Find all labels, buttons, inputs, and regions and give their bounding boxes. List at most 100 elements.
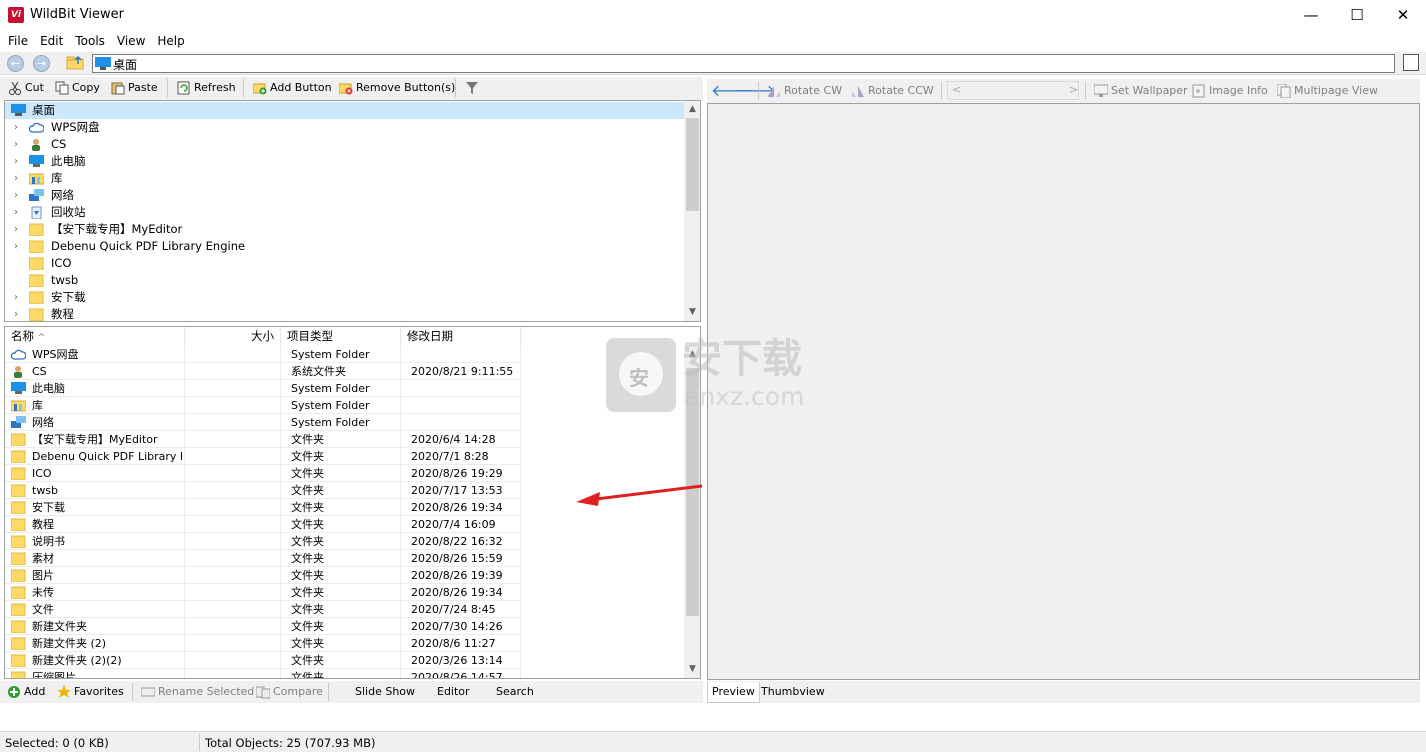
set-wallpaper-button[interactable]: Set Wallpaper <box>1093 80 1188 102</box>
tree-scrollbar[interactable]: ▲ ▼ <box>684 101 700 321</box>
star-icon <box>57 685 71 699</box>
list-item[interactable]: Debenu Quick PDF Library E... 文件夹 2020/7/1… <box>5 448 521 465</box>
list-item[interactable]: 图片 文件夹 2020/8/26 19:39 <box>5 567 521 584</box>
list-item[interactable]: 素材 文件夹 2020/8/26 15:59 <box>5 550 521 567</box>
menu-tools[interactable]: Tools <box>69 31 111 51</box>
column-header-modified[interactable]: 修改日期 <box>401 327 521 346</box>
tab-preview[interactable]: Preview <box>707 682 760 703</box>
slide-show-button[interactable]: Slide Show <box>355 681 415 703</box>
column-header-size[interactable]: 大小 <box>185 327 281 346</box>
list-item[interactable]: 库 System Folder <box>5 397 521 414</box>
grid-cell <box>185 584 281 601</box>
copy-button[interactable]: Copy <box>55 77 100 99</box>
list-item[interactable]: 教程 文件夹 2020/7/4 16:09 <box>5 516 521 533</box>
search-button[interactable]: Search <box>496 681 534 703</box>
chevron-right-icon[interactable]: › <box>14 136 22 153</box>
rename-selected-button[interactable]: Rename Selected <box>140 681 254 703</box>
compare-button[interactable]: Compare <box>255 681 323 703</box>
zoom-slider[interactable]: < > <box>947 81 1079 100</box>
tree-item[interactable]: › 此电脑 <box>5 153 684 170</box>
cloud-icon <box>28 121 45 134</box>
list-item[interactable]: twsb 文件夹 2020/7/17 13:53 <box>5 482 521 499</box>
list-item[interactable]: 未传 文件夹 2020/8/26 19:34 <box>5 584 521 601</box>
filter-button[interactable] <box>465 77 482 99</box>
list-item[interactable]: 文件 文件夹 2020/7/24 8:45 <box>5 601 521 618</box>
image-info-button[interactable]: Image Info <box>1192 80 1268 102</box>
folder-icon <box>11 671 26 678</box>
back-button[interactable]: ← <box>7 55 24 72</box>
chevron-right-icon[interactable]: › <box>14 153 22 170</box>
folder-tree[interactable]: 桌面 › WPS网盘 › CS › 此电脑 › 库 › 网络 › 回收站 › 【安下载专用】MyEdito… <box>4 100 701 322</box>
scroll-up-arrow-icon[interactable]: ▲ <box>684 101 700 118</box>
tree-item[interactable]: › WPS网盘 <box>5 119 684 136</box>
refresh-button[interactable]: Refresh <box>177 77 236 99</box>
menu-help[interactable]: Help <box>151 31 190 51</box>
add-button-button[interactable]: Add Button <box>252 77 332 99</box>
address-input[interactable]: 桌面 ▼ <box>92 54 1395 73</box>
tree-item[interactable]: ICO <box>5 255 684 272</box>
tree-item[interactable]: › 【安下载专用】MyEditor <box>5 221 684 238</box>
list-item[interactable]: WPS网盘 System Folder <box>5 346 521 363</box>
menu-view[interactable]: View <box>111 31 151 51</box>
cut-button[interactable]: Cut <box>8 77 44 99</box>
chevron-right-icon[interactable]: › <box>14 204 22 221</box>
rotate-ccw-button[interactable]: Rotate CCW <box>851 80 934 102</box>
close-button[interactable]: ✕ <box>1380 0 1426 31</box>
tree-item[interactable]: › CS <box>5 136 684 153</box>
list-item-type: 文件夹 <box>291 654 324 667</box>
slider-right-icon[interactable]: > <box>1069 83 1078 96</box>
tree-item[interactable]: › 安下载 <box>5 289 684 306</box>
paste-button[interactable]: Paste <box>111 77 158 99</box>
menu-file[interactable]: File <box>2 31 34 51</box>
scroll-down-arrow-icon[interactable]: ▼ <box>684 661 700 678</box>
minimize-button[interactable]: — <box>1288 0 1334 31</box>
column-header-type[interactable]: 项目类型 <box>281 327 401 346</box>
list-item[interactable]: ICO 文件夹 2020/8/26 19:29 <box>5 465 521 482</box>
parent-folder-button[interactable] <box>66 55 84 70</box>
remove-buttons-button[interactable]: Remove Button(s) <box>338 77 455 99</box>
multipage-view-button[interactable]: Multipage View <box>1276 80 1378 102</box>
chevron-right-icon[interactable]: › <box>14 187 22 204</box>
chevron-right-icon[interactable]: › <box>14 170 22 187</box>
tree-item[interactable]: › 教程 <box>5 306 684 321</box>
forward-button[interactable]: → <box>33 55 50 72</box>
rotate-cw-button[interactable]: Rotate CW <box>767 80 842 102</box>
window-title: WildBit Viewer <box>30 7 124 22</box>
chevron-right-icon[interactable]: › <box>14 221 22 238</box>
chevron-right-icon[interactable]: › <box>14 238 22 255</box>
favorites-button[interactable]: Favorites <box>57 681 124 703</box>
scroll-down-arrow-icon[interactable]: ▼ <box>684 304 700 321</box>
list-item[interactable]: 压缩图片 文件夹 2020/8/26 14:57 <box>5 669 521 679</box>
chevron-right-icon[interactable]: › <box>14 289 22 306</box>
chevron-right-icon[interactable]: › <box>14 119 22 136</box>
slider-left-icon[interactable]: < <box>952 83 961 96</box>
add-favorite-button[interactable]: Add <box>7 681 45 703</box>
tab-thumbview[interactable]: Thumbview <box>757 682 829 702</box>
tree-item[interactable]: twsb <box>5 272 684 289</box>
list-item[interactable]: 说明书 文件夹 2020/8/22 16:32 <box>5 533 521 550</box>
maximize-button[interactable]: ☐ <box>1334 0 1380 31</box>
list-item[interactable]: 新建文件夹 (2) 文件夹 2020/8/6 11:27 <box>5 635 521 652</box>
list-item[interactable]: 网络 System Folder <box>5 414 521 431</box>
chevron-right-icon[interactable]: › <box>14 306 22 321</box>
list-item[interactable]: 此电脑 System Folder <box>5 380 521 397</box>
library-icon <box>28 172 45 185</box>
list-item[interactable]: CS 系统文件夹 2020/8/21 9:11:55 <box>5 363 521 380</box>
fullscreen-button[interactable] <box>1403 54 1419 71</box>
tree-scroll-thumb[interactable] <box>686 118 699 211</box>
tree-item-label: WPS网盘 <box>51 120 100 134</box>
tree-item[interactable]: › 网络 <box>5 187 684 204</box>
list-item-type: 文件夹 <box>291 671 324 679</box>
tree-item-desktop[interactable]: 桌面 <box>5 102 684 119</box>
editor-button[interactable]: Editor <box>437 681 470 703</box>
list-item[interactable]: 新建文件夹 (2)(2) 文件夹 2020/3/26 13:14 <box>5 652 521 669</box>
menu-edit[interactable]: Edit <box>34 31 69 51</box>
tree-item[interactable]: › 库 <box>5 170 684 187</box>
tree-item[interactable]: › Debenu Quick PDF Library Engine <box>5 238 684 255</box>
tree-item[interactable]: › 回收站 <box>5 204 684 221</box>
list-item[interactable]: 安下载 文件夹 2020/8/26 19:34 <box>5 499 521 516</box>
cloud-icon <box>11 348 26 361</box>
list-item[interactable]: 新建文件夹 文件夹 2020/7/30 14:26 <box>5 618 521 635</box>
column-header-name[interactable]: 名称 ^ <box>5 327 185 346</box>
list-item[interactable]: 【安下载专用】MyEditor 文件夹 2020/6/4 14:28 <box>5 431 521 448</box>
